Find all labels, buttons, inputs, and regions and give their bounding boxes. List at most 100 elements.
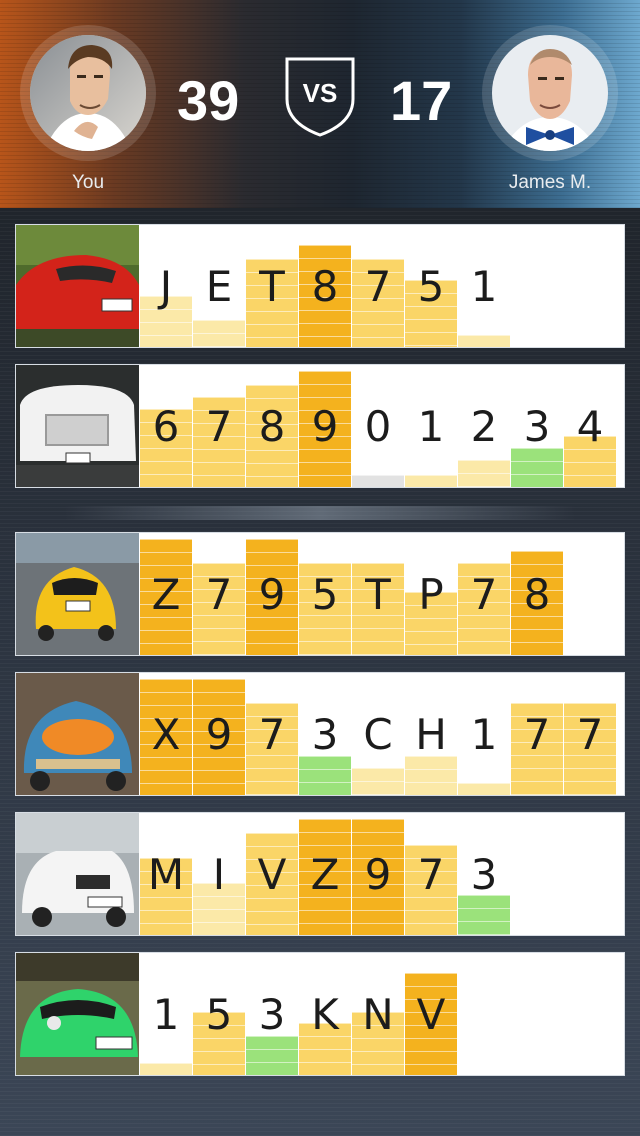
plate-row[interactable]: Z795TP78 (15, 532, 625, 656)
car-photo (16, 813, 139, 935)
plate-characters: JET8751 (140, 225, 624, 347)
car-photo (16, 533, 139, 655)
plate-char-cell[interactable]: 7 (405, 813, 457, 935)
plate-char-cell[interactable]: 4 (564, 365, 616, 487)
player-name-left: You (71, 172, 105, 193)
plate-char-cell[interactable]: 5 (299, 533, 351, 655)
plate-char: Z (151, 570, 181, 619)
plate-char: 7 (417, 850, 445, 899)
plate-char: I (212, 850, 226, 899)
plate-char: 8 (523, 570, 551, 619)
plate-char-cell[interactable]: 7 (193, 365, 245, 487)
plate-char-cell[interactable]: 3 (511, 365, 563, 487)
plate-char: 1 (470, 710, 498, 759)
plate-char-cell[interactable]: X (140, 673, 192, 795)
plate-char-cell[interactable]: 6 (140, 365, 192, 487)
plate-char-cell[interactable]: 9 (246, 533, 298, 655)
plate-char-cell[interactable]: 7 (193, 533, 245, 655)
plate-row[interactable]: MIVZ973 (15, 812, 625, 936)
char-score-bar (511, 448, 563, 487)
plate-char-cell[interactable]: 9 (352, 813, 404, 935)
plate-char-cell[interactable]: 7 (458, 533, 510, 655)
plate-char: K (311, 990, 339, 1039)
char-score-bar (405, 756, 457, 795)
plate-char-cell[interactable]: V (405, 953, 457, 1075)
plate-char-cell[interactable]: 9 (299, 365, 351, 487)
plate-characters: 153KNV (140, 953, 624, 1075)
plate-char: C (363, 710, 393, 759)
plate-row[interactable]: X973CH177 (15, 672, 625, 796)
plate-char-cell[interactable]: 2 (458, 365, 510, 487)
plate-char-cell[interactable]: 7 (511, 673, 563, 795)
plate-char-cell[interactable]: K (299, 953, 351, 1075)
plate-char-cell[interactable]: I (193, 813, 245, 935)
char-score-bar (299, 756, 351, 795)
plate-char-cell[interactable]: 5 (405, 225, 457, 347)
plate-char-cell[interactable]: 3 (458, 813, 510, 935)
plate-char-cell[interactable]: 0 (352, 365, 404, 487)
plate-char-cell[interactable]: 1 (140, 953, 192, 1075)
plate-char: 3 (523, 402, 551, 451)
plate-char-cell[interactable]: 7 (352, 225, 404, 347)
char-score-bar (405, 475, 457, 487)
score-left: 39 (177, 69, 240, 132)
plate-char: 3 (311, 710, 339, 759)
car-photo (16, 953, 139, 1075)
section-divider (0, 506, 640, 520)
plate-char-cell[interactable]: T (246, 225, 298, 347)
plate-row[interactable]: 153KNV (15, 952, 625, 1076)
plate-char: 5 (311, 570, 339, 619)
plate-char: 3 (258, 990, 286, 1039)
plate-char-cell[interactable]: 1 (458, 673, 510, 795)
plate-char: M (147, 850, 185, 899)
plate-char-cell[interactable]: T (352, 533, 404, 655)
player-avatar-left[interactable] (20, 25, 156, 161)
plate-char-cell[interactable]: 3 (246, 953, 298, 1075)
car-photo (16, 365, 139, 487)
plate-char: J (159, 262, 173, 311)
plate-char-cell[interactable]: 1 (458, 225, 510, 347)
plate-char: 1 (152, 990, 180, 1039)
plate-char: 7 (258, 710, 286, 759)
plate-char: P (418, 570, 444, 619)
plate-char-cell[interactable]: 8 (511, 533, 563, 655)
plate-characters: Z795TP78 (140, 533, 624, 655)
player-name-right: James M. (508, 172, 592, 193)
plate-char-cell[interactable]: J (140, 225, 192, 347)
plate-char-cell[interactable]: 7 (246, 673, 298, 795)
player-avatar-right[interactable] (482, 25, 618, 161)
plate-char-cell[interactable]: 8 (246, 365, 298, 487)
plate-char: 7 (205, 570, 233, 619)
plate-char-cell[interactable]: P (405, 533, 457, 655)
char-score-bar (458, 783, 510, 795)
plate-char: X (151, 710, 181, 759)
plate-row[interactable]: JET8751 (15, 224, 625, 348)
plate-char: 2 (470, 402, 498, 451)
plate-char-cell[interactable]: V (246, 813, 298, 935)
plate-char-cell[interactable]: Z (140, 533, 192, 655)
plate-char-cell[interactable]: M (140, 813, 192, 935)
plate-char: 9 (258, 570, 286, 619)
char-score-bar (458, 335, 510, 347)
plate-char-cell[interactable]: C (352, 673, 404, 795)
plate-char-cell[interactable]: E (193, 225, 245, 347)
plate-char-cell[interactable]: Z (299, 813, 351, 935)
plate-char: 5 (417, 262, 445, 311)
char-score-bar (193, 320, 245, 347)
plate-char: 8 (258, 402, 286, 451)
char-score-bar (352, 475, 404, 487)
plate-characters: 678901234 (140, 365, 624, 487)
plate-char-cell[interactable]: 3 (299, 673, 351, 795)
plate-char: V (257, 850, 287, 899)
plate-char: Z (310, 850, 340, 899)
plate-char-cell[interactable]: 9 (193, 673, 245, 795)
plate-char-cell[interactable]: N (352, 953, 404, 1075)
plate-char: 7 (576, 710, 604, 759)
plate-char-cell[interactable]: H (405, 673, 457, 795)
plate-char-cell[interactable]: 5 (193, 953, 245, 1075)
char-score-bar (246, 1036, 298, 1075)
plate-char-cell[interactable]: 1 (405, 365, 457, 487)
plate-row[interactable]: 678901234 (15, 364, 625, 488)
plate-char-cell[interactable]: 8 (299, 225, 351, 347)
plate-char-cell[interactable]: 7 (564, 673, 616, 795)
